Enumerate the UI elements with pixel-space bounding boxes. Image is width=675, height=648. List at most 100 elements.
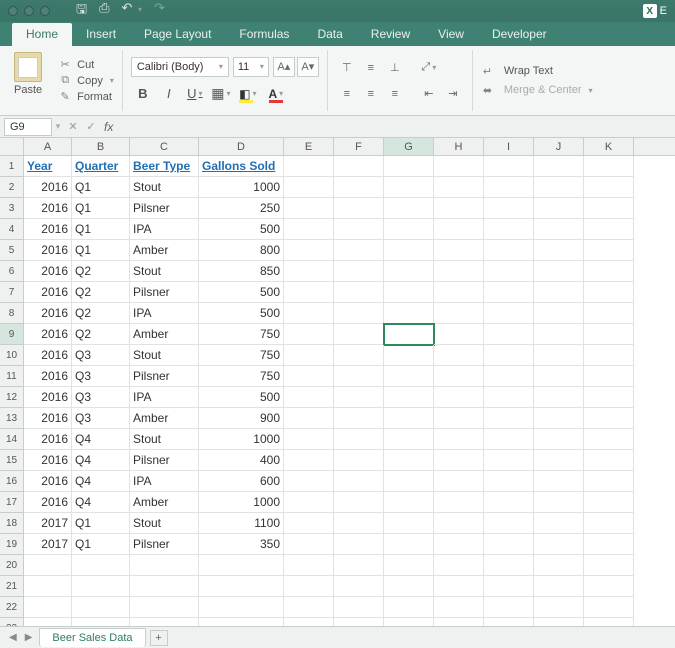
row-header[interactable]: 7 <box>0 282 23 303</box>
cell[interactable] <box>384 303 434 324</box>
cell[interactable] <box>384 387 434 408</box>
cell[interactable] <box>334 345 384 366</box>
cell[interactable] <box>24 576 72 597</box>
cell[interactable] <box>484 324 534 345</box>
cell[interactable] <box>534 240 584 261</box>
cell[interactable]: Pilsner <box>130 366 199 387</box>
cell[interactable] <box>384 261 434 282</box>
cell[interactable] <box>384 471 434 492</box>
cell[interactable]: 2016 <box>24 408 72 429</box>
cell[interactable] <box>584 345 634 366</box>
cell[interactable]: Q3 <box>72 345 130 366</box>
cell[interactable] <box>284 219 334 240</box>
cell[interactable]: 1100 <box>199 513 284 534</box>
cell[interactable] <box>284 492 334 513</box>
row-header[interactable]: 22 <box>0 597 23 618</box>
cell[interactable] <box>334 408 384 429</box>
cell[interactable] <box>284 513 334 534</box>
cell[interactable] <box>384 324 434 345</box>
cell[interactable] <box>384 198 434 219</box>
cell[interactable] <box>484 219 534 240</box>
cell[interactable] <box>434 198 484 219</box>
cell[interactable]: 2017 <box>24 513 72 534</box>
cell[interactable] <box>284 156 334 177</box>
cell[interactable] <box>484 492 534 513</box>
cell[interactable] <box>534 282 584 303</box>
paste-button[interactable]: Paste <box>14 52 52 109</box>
cell[interactable] <box>484 450 534 471</box>
merge-center-button[interactable]: ⬌Merge & Center▾ <box>483 84 593 97</box>
cell[interactable] <box>434 387 484 408</box>
cell[interactable]: 2016 <box>24 303 72 324</box>
cell[interactable]: 1000 <box>199 177 284 198</box>
cell[interactable] <box>434 282 484 303</box>
format-painter-button[interactable]: ✎Format <box>58 90 114 103</box>
cell[interactable] <box>434 450 484 471</box>
cell[interactable] <box>384 534 434 555</box>
cell[interactable]: Quarter <box>72 156 130 177</box>
ribbon-tab-insert[interactable]: Insert <box>72 23 130 46</box>
cell[interactable] <box>584 240 634 261</box>
cell[interactable] <box>284 324 334 345</box>
cell[interactable] <box>284 429 334 450</box>
row-header[interactable]: 17 <box>0 492 23 513</box>
align-top-button[interactable]: ⊤ <box>336 58 358 78</box>
bold-button[interactable]: B <box>131 83 155 105</box>
column-header[interactable]: C <box>130 138 199 155</box>
cell[interactable] <box>484 387 534 408</box>
cell[interactable]: Q1 <box>72 513 130 534</box>
cell[interactable]: Q1 <box>72 534 130 555</box>
cell[interactable] <box>334 450 384 471</box>
cell[interactable]: Pilsner <box>130 450 199 471</box>
cell[interactable] <box>534 198 584 219</box>
align-middle-button[interactable]: ≡ <box>360 58 382 78</box>
cell[interactable] <box>434 177 484 198</box>
cell[interactable]: Pilsner <box>130 534 199 555</box>
column-header[interactable]: D <box>199 138 284 155</box>
cell[interactable] <box>434 324 484 345</box>
cell[interactable] <box>284 303 334 324</box>
cancel-formula-button[interactable]: ✕ <box>64 120 82 133</box>
cell[interactable] <box>584 198 634 219</box>
cell[interactable] <box>384 492 434 513</box>
cell[interactable] <box>72 555 130 576</box>
row-header[interactable]: 4 <box>0 219 23 240</box>
align-center-button[interactable]: ≡ <box>360 84 382 104</box>
cell[interactable] <box>484 534 534 555</box>
cell[interactable]: IPA <box>130 471 199 492</box>
add-sheet-button[interactable]: + <box>150 630 168 646</box>
cell[interactable]: 2016 <box>24 240 72 261</box>
column-header[interactable]: H <box>434 138 484 155</box>
cell[interactable]: 2016 <box>24 429 72 450</box>
cell[interactable]: 850 <box>199 261 284 282</box>
cell[interactable]: 500 <box>199 282 284 303</box>
cell[interactable] <box>284 534 334 555</box>
cell[interactable] <box>484 198 534 219</box>
cell[interactable]: 1000 <box>199 492 284 513</box>
ribbon-tab-data[interactable]: Data <box>303 23 356 46</box>
cell[interactable]: Amber <box>130 408 199 429</box>
cell[interactable] <box>434 219 484 240</box>
cell[interactable]: IPA <box>130 387 199 408</box>
cell[interactable] <box>334 597 384 618</box>
row-header[interactable]: 14 <box>0 429 23 450</box>
cell[interactable] <box>384 240 434 261</box>
cell[interactable]: Q4 <box>72 471 130 492</box>
cell[interactable] <box>434 408 484 429</box>
column-header[interactable]: F <box>334 138 384 155</box>
align-left-button[interactable]: ≡ <box>336 84 358 104</box>
row-header[interactable]: 2 <box>0 177 23 198</box>
cell[interactable] <box>584 450 634 471</box>
cell[interactable] <box>584 408 634 429</box>
cell[interactable]: 500 <box>199 387 284 408</box>
sheet-tab-active[interactable]: Beer Sales Data <box>39 628 145 647</box>
cell[interactable]: 500 <box>199 219 284 240</box>
cell[interactable]: 2016 <box>24 492 72 513</box>
cell[interactable] <box>384 408 434 429</box>
cell[interactable]: 2016 <box>24 471 72 492</box>
cell[interactable] <box>584 429 634 450</box>
cell[interactable] <box>484 345 534 366</box>
column-header[interactable]: K <box>584 138 634 155</box>
cell[interactable] <box>534 303 584 324</box>
cell[interactable] <box>284 282 334 303</box>
